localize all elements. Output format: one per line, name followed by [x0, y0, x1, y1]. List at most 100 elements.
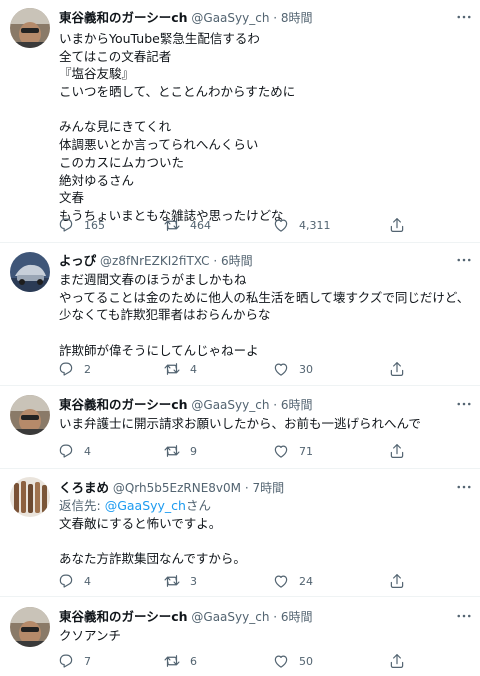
reply-count: 2: [84, 362, 91, 376]
tweet-line: 全てはこの文春記者: [59, 48, 172, 64]
retweet-count: 4: [190, 362, 197, 376]
tweet-header: よっぴ @z8fNrEZKI2fiTXC · 6時間: [59, 252, 253, 270]
retweet-count: 6: [190, 654, 197, 668]
handle[interactable]: @z8fNrEZKI2fiTXC: [100, 254, 210, 268]
display-name[interactable]: 東谷義和のガーシーch: [59, 397, 188, 412]
retweet-icon: [164, 219, 180, 231]
avatar-image: [10, 8, 50, 48]
tweet[interactable]: くろまめ @Qrh5b5EzRNE8v0M · 7時間 返信先: @GaaSyy…: [0, 469, 480, 597]
display-name[interactable]: 東谷義和のガーシーch: [59, 609, 188, 624]
retweet-icon: [164, 575, 180, 587]
more-icon[interactable]: [455, 395, 473, 413]
more-icon[interactable]: [455, 251, 473, 269]
retweet-button[interactable]: 464: [163, 215, 211, 235]
tweet-line: やってることは金のために他人の私生活を晒して壊すクズで同じだけど、: [59, 289, 470, 305]
retweet-icon: [164, 655, 180, 667]
reply-count: 165: [84, 218, 105, 232]
tweet-line: まだ週間文春のほうがましかもね: [59, 272, 247, 287]
like-button[interactable]: 50: [272, 651, 313, 671]
like-button[interactable]: 30: [272, 359, 313, 379]
reply-icon: [59, 654, 73, 668]
handle[interactable]: @Qrh5b5EzRNE8v0M: [113, 481, 241, 495]
timestamp[interactable]: 6時間: [281, 610, 313, 624]
timestamp[interactable]: 6時間: [281, 398, 313, 412]
handle[interactable]: @GaaSyy_ch: [191, 610, 269, 624]
like-button[interactable]: 71: [272, 441, 313, 461]
tweet-header: 東谷義和のガーシーch @GaaSyy_ch · 8時間: [59, 9, 313, 27]
tweet-line: [59, 324, 469, 342]
tweet[interactable]: 東谷義和のガーシーch @GaaSyy_ch · 8時間 いまからYouTube…: [0, 0, 480, 243]
tweet-line: クソアンチ: [59, 628, 122, 643]
tweet-line: あなた方詐欺集団なんですから。: [59, 551, 246, 567]
reply-context: 返信先: @GaaSyy_chさん: [59, 497, 469, 515]
reply-button[interactable]: 4: [57, 571, 91, 591]
avatar-image: [10, 252, 50, 292]
separator: ·: [269, 610, 281, 624]
share-button[interactable]: [388, 441, 406, 461]
tweet-header: 東谷義和のガーシーch @GaaSyy_ch · 6時間: [59, 608, 313, 626]
reply-mention-link[interactable]: @GaaSyy_ch: [105, 498, 186, 513]
like-icon: [274, 219, 288, 232]
display-name[interactable]: 東谷義和のガーシーch: [59, 10, 188, 25]
avatar[interactable]: [10, 395, 50, 435]
like-count: 24: [299, 574, 313, 588]
display-name[interactable]: よっぴ: [59, 253, 96, 268]
display-name[interactable]: くろまめ: [59, 480, 109, 495]
more-icon[interactable]: [455, 8, 473, 26]
share-button[interactable]: [388, 651, 406, 671]
avatar[interactable]: [10, 8, 50, 48]
tweet-header: 東谷義和のガーシーch @GaaSyy_ch · 6時間: [59, 396, 313, 414]
share-button[interactable]: [388, 359, 406, 379]
like-icon: [274, 363, 288, 376]
tweet-actions: 4 9 71: [52, 441, 412, 461]
reply-count: 4: [84, 444, 91, 458]
avatar[interactable]: [10, 252, 50, 292]
timestamp[interactable]: 8時間: [281, 11, 313, 25]
reply-prefix: 返信先:: [59, 498, 105, 513]
avatar-image: [10, 395, 50, 435]
like-count: 30: [299, 362, 313, 376]
reply-button[interactable]: 7: [57, 651, 91, 671]
tweet[interactable]: 東谷義和のガーシーch @GaaSyy_ch · 6時間 クソアンチ 7 6 5…: [0, 597, 480, 676]
tweet-line: いま弁護士に開示請求お願いしたから、お前も一逃げられへんで: [59, 416, 421, 431]
timestamp[interactable]: 6時間: [221, 254, 253, 268]
avatar[interactable]: [10, 607, 50, 647]
reply-button[interactable]: 165: [57, 215, 105, 235]
share-button[interactable]: [388, 215, 406, 235]
retweet-icon: [164, 363, 180, 375]
tweet-line: 体調悪いとか言ってられへんくらい: [59, 137, 259, 153]
reply-button[interactable]: 2: [57, 359, 91, 379]
share-icon: [390, 444, 404, 458]
retweet-button[interactable]: 9: [163, 441, 197, 461]
handle[interactable]: @GaaSyy_ch: [191, 11, 269, 25]
retweet-count: 3: [190, 574, 197, 588]
tweet-actions: 4 3 24: [52, 571, 412, 591]
handle[interactable]: @GaaSyy_ch: [191, 398, 269, 412]
avatar-image: [10, 477, 50, 517]
share-button[interactable]: [388, 571, 406, 591]
retweet-button[interactable]: 6: [163, 651, 197, 671]
like-count: 4,311: [299, 218, 331, 232]
more-icon[interactable]: [455, 607, 473, 625]
reply-button[interactable]: 4: [57, 441, 91, 461]
reply-count: 7: [84, 654, 91, 668]
tweet[interactable]: 東谷義和のガーシーch @GaaSyy_ch · 6時間 いま弁護士に開示請求お…: [0, 386, 480, 469]
avatar[interactable]: [10, 477, 50, 517]
like-button[interactable]: 24: [272, 571, 313, 591]
share-icon: [390, 574, 404, 588]
reply-icon: [59, 574, 73, 588]
retweet-button[interactable]: 4: [163, 359, 197, 379]
separator: ·: [269, 11, 281, 25]
tweet[interactable]: よっぴ @z8fNrEZKI2fiTXC · 6時間 まだ週間文春のほうがましか…: [0, 243, 480, 386]
like-button[interactable]: 4,311: [272, 215, 331, 235]
tweet-text: まだ週間文春のほうがましかもね やってることは金のために他人の私生活を晒して壊す…: [59, 271, 469, 359]
retweet-button[interactable]: 3: [163, 571, 197, 591]
like-icon: [274, 575, 288, 588]
timestamp[interactable]: 7時間: [252, 481, 284, 495]
reply-icon: [59, 362, 73, 376]
more-icon[interactable]: [455, 478, 473, 496]
reply-icon: [59, 218, 73, 232]
reply-icon: [59, 444, 73, 458]
tweet-line: 『塩谷友駿』: [59, 66, 135, 82]
like-icon: [274, 445, 288, 458]
